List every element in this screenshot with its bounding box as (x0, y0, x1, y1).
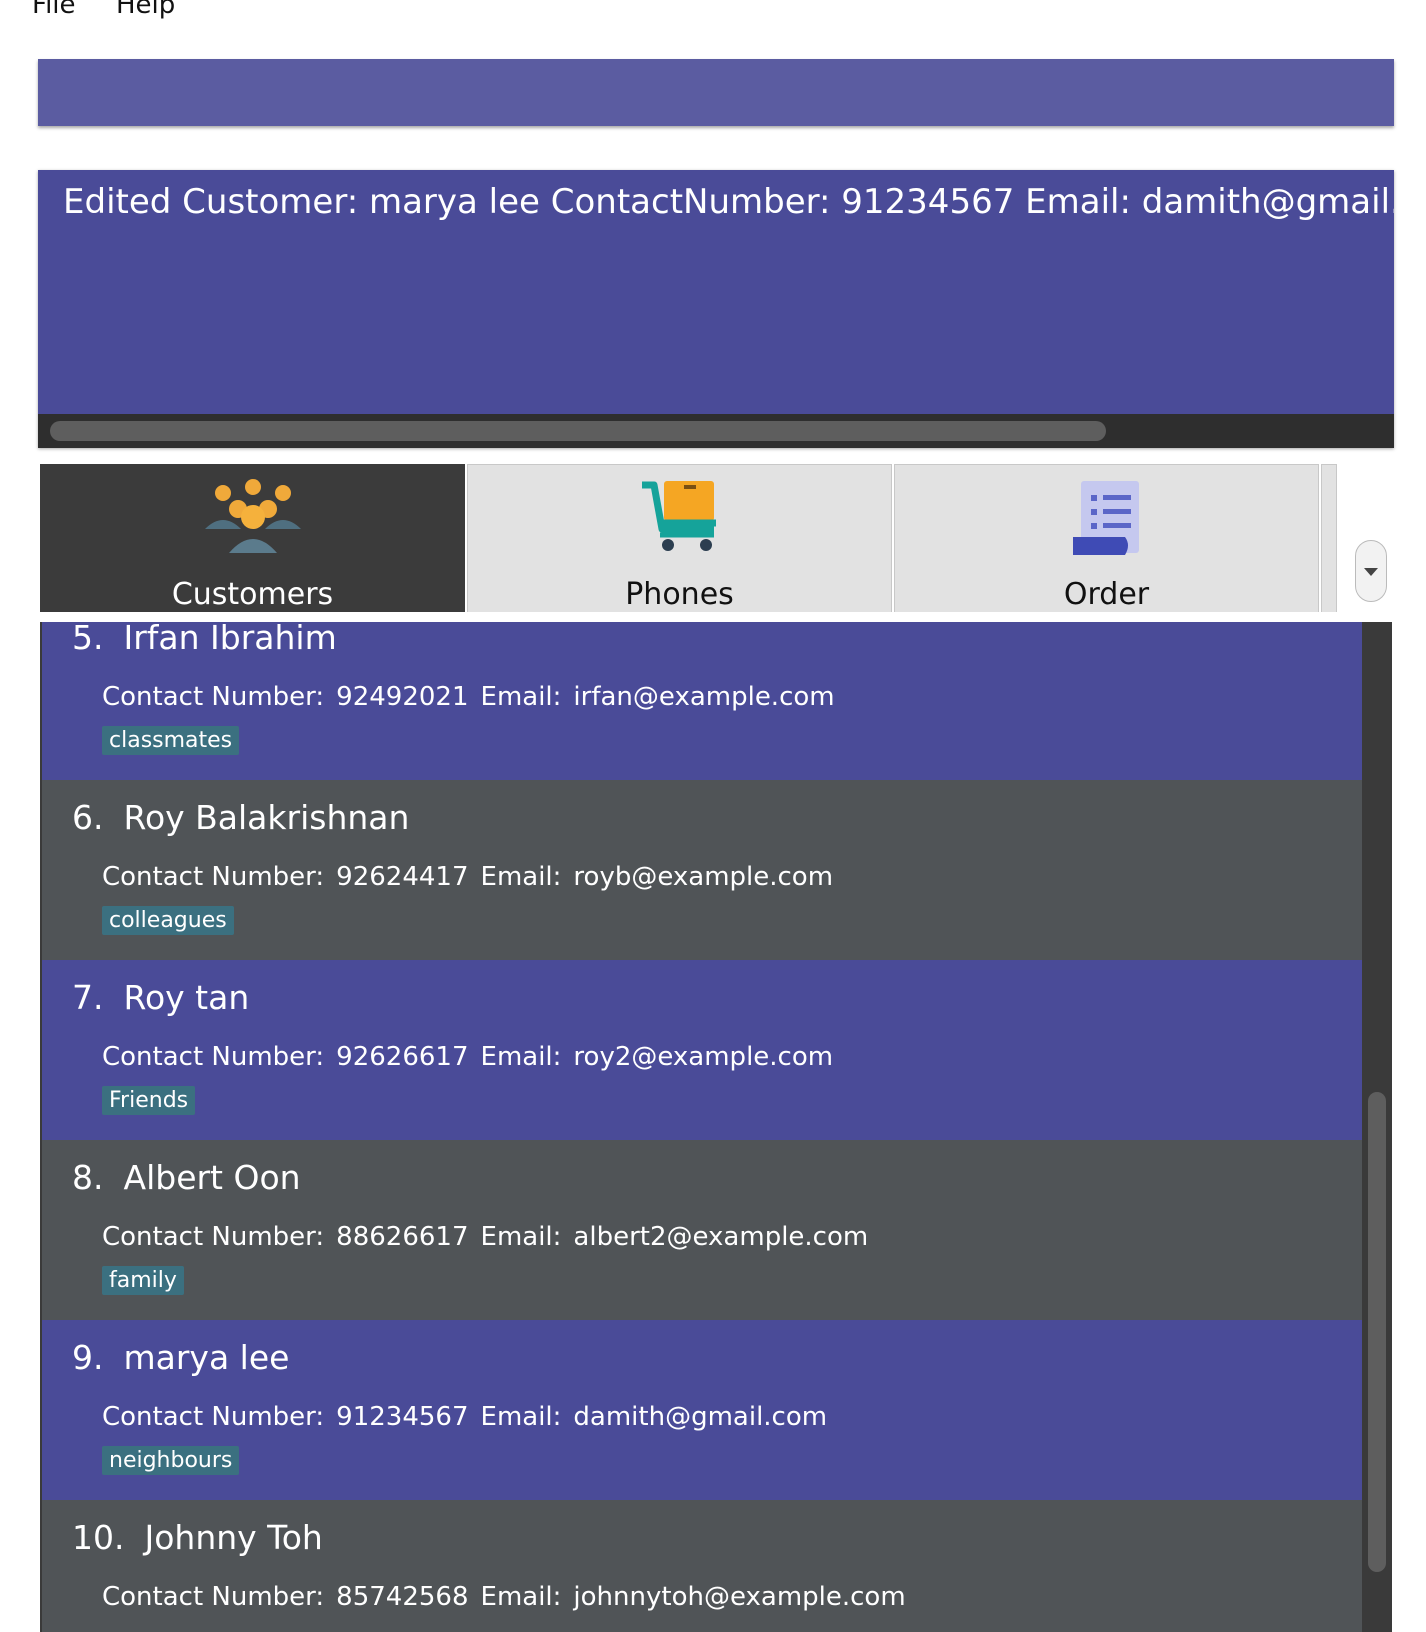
result-horizontal-scrollbar[interactable] (38, 414, 1394, 448)
email-label: Email: (480, 1042, 562, 1072)
email-value: irfan@example.com (573, 682, 835, 712)
command-input[interactable] (38, 59, 1394, 126)
customer-details: Contact Number: 91234567 Email: damith@gmai… (102, 1402, 827, 1432)
tag-badge: Friends (102, 1086, 196, 1115)
contact-label: Contact Number: (102, 1222, 325, 1252)
tag-badge: family (102, 1266, 184, 1295)
list-vertical-scrollbar[interactable] (1362, 622, 1392, 1632)
customer-name: 10. Johnny Toh (72, 1518, 323, 1557)
customer-details: Contact Number: 85742568 Email: johnnytoh@e… (102, 1582, 906, 1612)
tag-badge: colleagues (102, 906, 234, 935)
result-display: Edited Customer: marya lee ContactNumber… (38, 170, 1394, 448)
contact-number: 92626617 (336, 1042, 469, 1072)
customer-index: 9. (72, 1338, 104, 1377)
email-value: royb@example.com (573, 862, 834, 892)
customers-icon (204, 479, 301, 553)
list-item[interactable]: 7. Roy tan Contact Number: 92626617 Email: r… (42, 960, 1362, 1140)
result-message: Edited Customer: marya lee ContactNumber… (63, 182, 1394, 222)
contact-label: Contact Number: (102, 1042, 325, 1072)
tab-list-dropdown-button[interactable] (1355, 540, 1387, 602)
contact-number: 92492021 (336, 682, 469, 712)
customer-name: 6. Roy Balakrishnan (72, 798, 409, 837)
contact-label: Contact Number: (102, 1582, 325, 1612)
customer-name-text: Roy tan (123, 978, 250, 1017)
tab-order-label: Order (1063, 577, 1150, 612)
order-document-icon (1072, 481, 1139, 555)
email-value: damith@gmail.com (573, 1402, 828, 1432)
customer-name-text: Johnny Toh (144, 1518, 323, 1557)
contact-label: Contact Number: (102, 682, 325, 712)
email-value: roy2@example.com (573, 1042, 834, 1072)
tag-badge: neighbours (102, 1446, 240, 1475)
menu-bar: File Help (0, 0, 1426, 40)
tab-customers[interactable]: Customers (40, 464, 465, 612)
tag-badge: classmates (102, 726, 240, 755)
customer-index: 10. (72, 1518, 125, 1557)
command-box (38, 59, 1394, 126)
customer-details: Contact Number: 88626617 Email: albert2@exa… (102, 1222, 868, 1252)
contact-number: 92624417 (336, 862, 469, 892)
customer-name-text: Albert Oon (123, 1158, 301, 1197)
customer-details: Contact Number: 92492021 Email: irfan@examp… (102, 682, 835, 712)
customer-details: Contact Number: 92626617 Email: roy2@exampl… (102, 1042, 833, 1072)
email-label: Email: (480, 682, 562, 712)
customer-details: Contact Number: 92624417 Email: royb@exampl… (102, 862, 833, 892)
tab-phones[interactable]: Phones (467, 464, 892, 612)
menu-help[interactable]: Help (116, 0, 175, 20)
list-item[interactable]: 8. Albert Oon Contact Number: 88626617 Emai… (42, 1140, 1362, 1320)
tab-overflow-stub (1321, 464, 1337, 612)
customer-name: 8. Albert Oon (72, 1158, 301, 1197)
email-value: albert2@example.com (573, 1222, 869, 1252)
customer-list[interactable]: 5. Irfan Ibrahim Contact Number: 92492021 E… (40, 622, 1392, 1632)
customer-name: 9. marya lee (72, 1338, 289, 1377)
email-label: Email: (480, 1582, 562, 1612)
result-scrollbar-thumb[interactable] (50, 421, 1106, 441)
tab-phones-label: Phones (625, 577, 734, 612)
customer-index: 6. (72, 798, 104, 837)
list-item[interactable]: 10. Johnny Toh Contact Number: 85742568 Ema… (42, 1500, 1362, 1632)
email-label: Email: (480, 862, 562, 892)
chevron-down-icon (1364, 568, 1378, 576)
email-label: Email: (480, 1222, 562, 1252)
menu-file[interactable]: File (32, 0, 76, 20)
customer-name: 5. Irfan Ibrahim (72, 622, 337, 657)
email-label: Email: (480, 1402, 562, 1432)
shopping-cart-icon (641, 481, 716, 551)
customer-index: 7. (72, 978, 104, 1017)
list-item[interactable]: 5. Irfan Ibrahim Contact Number: 92492021 E… (42, 622, 1362, 780)
customer-name-text: Roy Balakrishnan (123, 798, 410, 837)
customer-name-text: Irfan Ibrahim (123, 622, 337, 657)
contact-number: 88626617 (336, 1222, 469, 1252)
customer-name-text: marya lee (123, 1338, 290, 1377)
list-item[interactable]: 6. Roy Balakrishnan Contact Number: 926244… (42, 780, 1362, 960)
list-item[interactable]: 9. marya lee Contact Number: 91234567 Email… (42, 1320, 1362, 1500)
email-value: johnnytoh@example.com (573, 1582, 906, 1612)
customer-index: 8. (72, 1158, 104, 1197)
contact-label: Contact Number: (102, 862, 325, 892)
tab-customers-label: Customers (171, 577, 334, 612)
tab-bar: Customers Phones Order (40, 464, 1340, 612)
tab-order[interactable]: Order (894, 464, 1319, 612)
customer-index: 5. (72, 622, 104, 657)
contact-label: Contact Number: (102, 1402, 325, 1432)
customer-name: 7. Roy tan (72, 978, 249, 1017)
contact-number: 91234567 (336, 1402, 469, 1432)
list-scrollbar-thumb[interactable] (1368, 1092, 1386, 1572)
contact-number: 85742568 (336, 1582, 469, 1612)
